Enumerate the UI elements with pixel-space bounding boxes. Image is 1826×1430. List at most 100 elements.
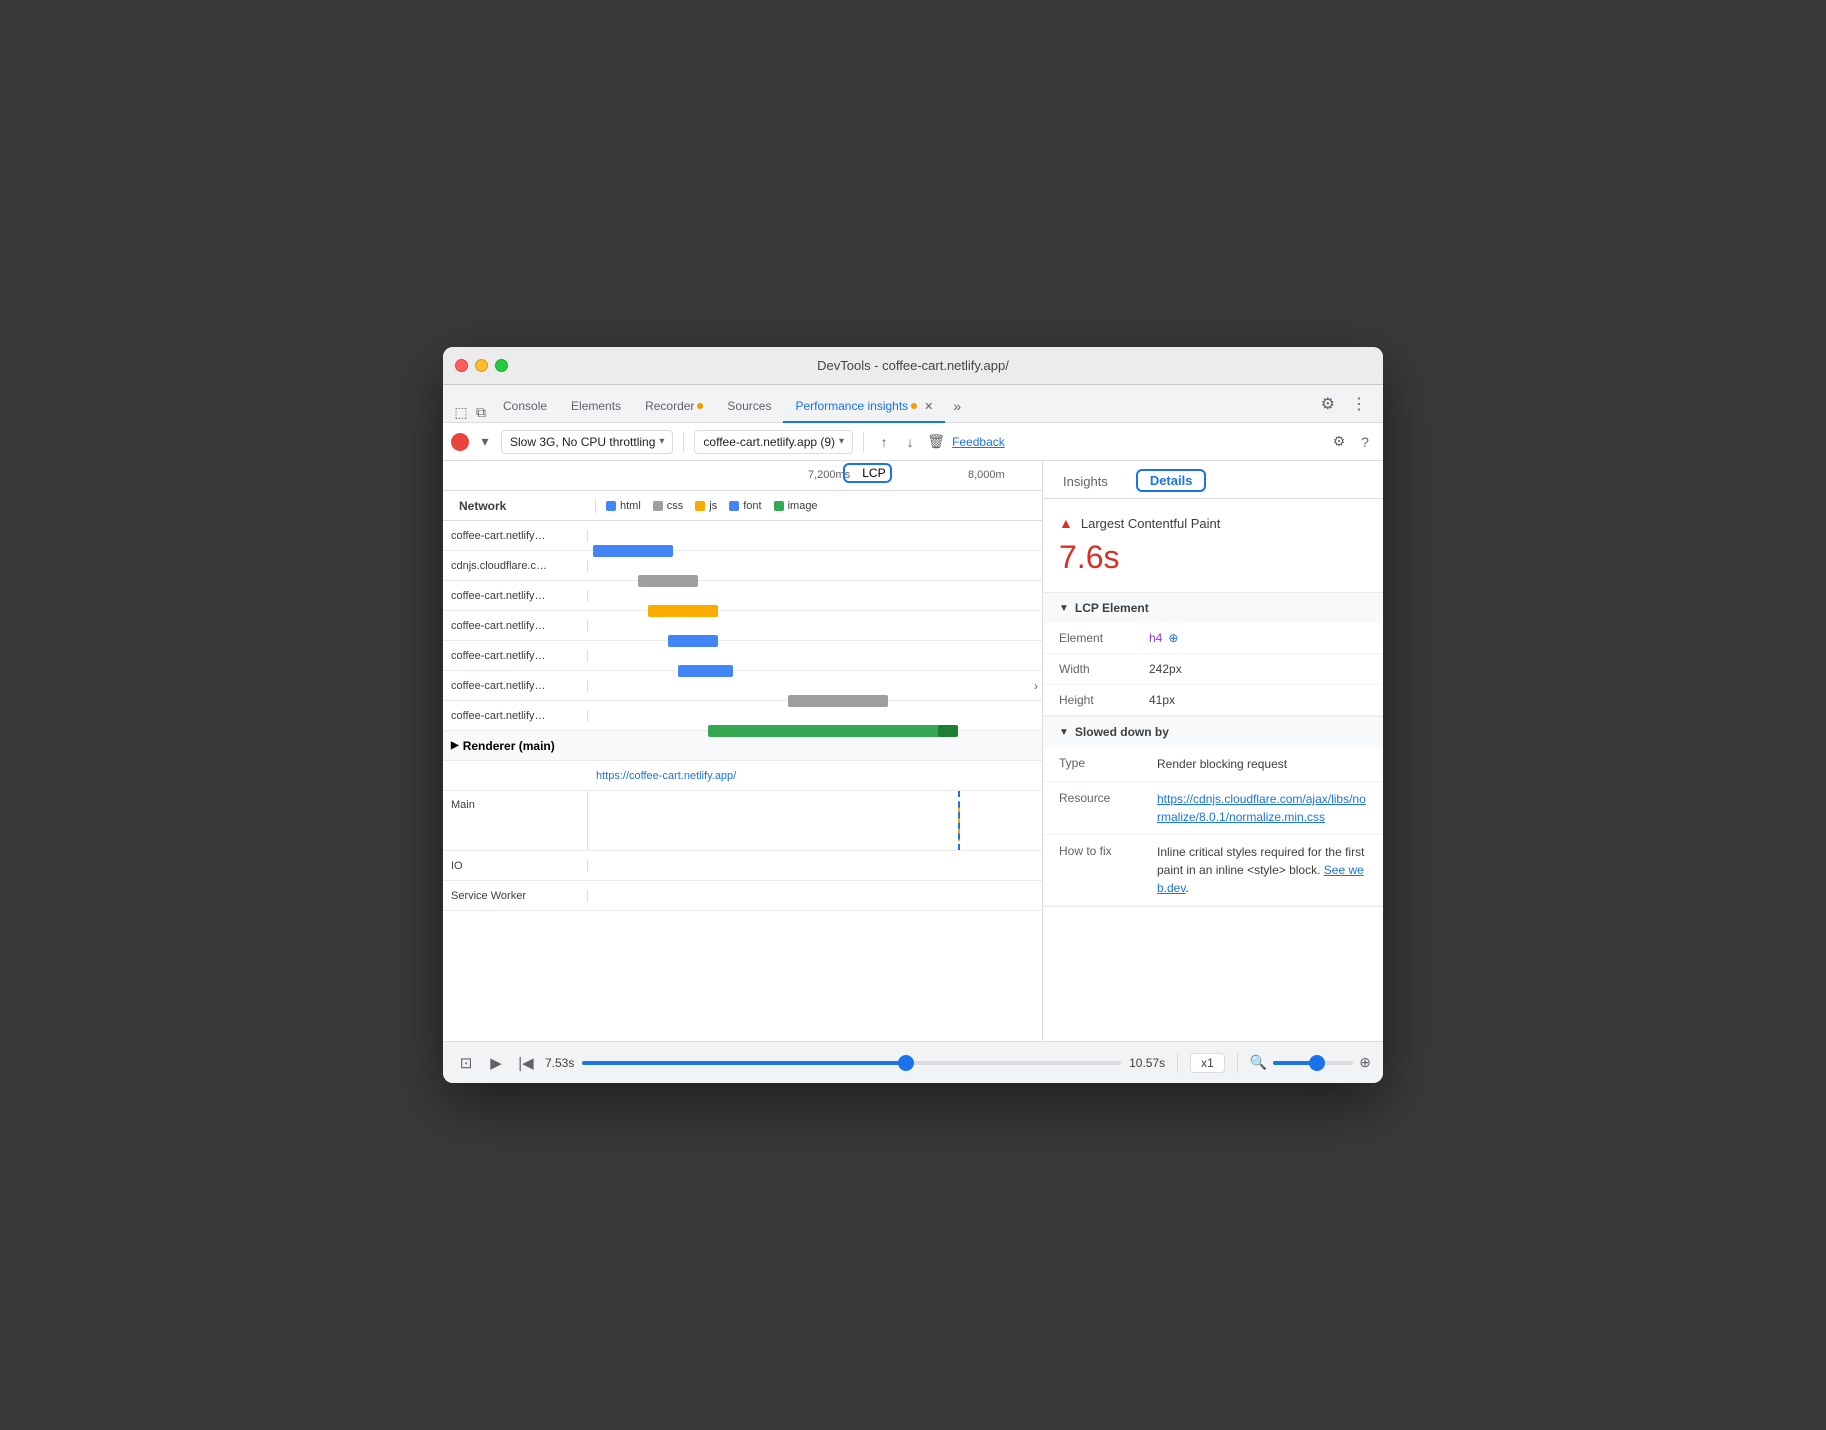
zoom-slider[interactable] (1273, 1061, 1353, 1065)
slowed-by-body: Type Render blocking request Resource ht… (1043, 747, 1383, 906)
timeline-header: 7,200ms 8,000m ▲ LCP (443, 461, 1042, 491)
feedback-link[interactable]: Feedback (952, 435, 1005, 449)
legend-js: js (695, 500, 717, 512)
secondary-toolbar: ▾ Slow 3G, No CPU throttling ▾ coffee-ca… (443, 423, 1383, 461)
tab-recorder[interactable]: Recorder (633, 393, 715, 423)
download-icon[interactable]: ↓ (900, 432, 920, 452)
main-thread-bars (588, 791, 1042, 850)
network-row[interactable]: coffee-cart.netlify… (443, 641, 1042, 671)
lcp-value: 7.6s (1059, 539, 1367, 576)
section-toggle-icon[interactable]: ▶ (451, 740, 459, 751)
tabs-overflow-icon[interactable]: » (945, 392, 969, 422)
lcp-badge[interactable]: ▲ LCP (843, 463, 892, 483)
tab-close-icon[interactable]: ✕ (924, 400, 933, 413)
lcp-warning-icon: ▲ (1059, 515, 1073, 531)
zoom-thumb[interactable] (1309, 1055, 1325, 1071)
height-value: 41px (1149, 693, 1175, 707)
network-row[interactable]: coffee-cart.netlify… (443, 611, 1042, 641)
io-row: IO (443, 851, 1042, 881)
network-row[interactable]: coffee-cart.netlify… (443, 701, 1042, 731)
image-dot (774, 501, 784, 511)
tab-elements[interactable]: Elements (559, 393, 633, 423)
row-label: coffee-cart.netlify… (443, 650, 588, 662)
network-row[interactable]: cdnjs.cloudflare.c… (443, 551, 1042, 581)
zoom-controls: 🔍 ⊕ (1250, 1054, 1371, 1071)
separator-2 (1237, 1053, 1238, 1073)
sw-row: Service Worker (443, 881, 1042, 911)
network-section: coffee-cart.netlify… cdnjs.cloudflare.c… (443, 521, 1042, 1041)
renderer-link[interactable]: https://coffee-cart.netlify.app/ (588, 770, 736, 782)
play-icon[interactable]: ▶ (485, 1052, 507, 1074)
dropdown-arrow-icon[interactable]: ▾ (475, 432, 495, 452)
dashed-line-main (958, 791, 960, 850)
legend-html: html (606, 500, 641, 512)
element-inspect-icon[interactable]: ⊕ (1168, 631, 1178, 645)
section-toggle-lcp[interactable]: ▼ (1059, 603, 1069, 614)
tab-insights[interactable]: Insights (1043, 468, 1128, 499)
scrubber-track[interactable] (582, 1061, 1121, 1065)
details-tab-outline: Details (1136, 469, 1207, 492)
separator (683, 432, 684, 452)
slowed-by-header: ▼ Slowed down by (1043, 717, 1383, 747)
network-row[interactable]: coffee-cart.netlify… (443, 521, 1042, 551)
lcp-element-header: ▼ LCP Element (1043, 593, 1383, 623)
row-chevron-icon[interactable]: › (1034, 679, 1038, 693)
section-toggle-slowed[interactable]: ▼ (1059, 727, 1069, 738)
scrubber-thumb[interactable] (898, 1055, 914, 1071)
performance-dot (911, 403, 917, 409)
legend-label-area: Network (451, 499, 596, 513)
device-icon[interactable]: ⧉ (471, 402, 491, 422)
slow-type-row: Type Render blocking request (1043, 747, 1383, 782)
image-bar (708, 725, 948, 737)
slow-resource-row: Resource https://cdnjs.cloudflare.com/aj… (1043, 782, 1383, 835)
height-label: Height (1059, 693, 1149, 707)
close-button[interactable] (455, 359, 468, 372)
record-button[interactable] (451, 433, 469, 451)
cursor-icon[interactable]: ⬚ (451, 402, 471, 422)
detail-row-width: Width 242px (1043, 654, 1383, 685)
tab-details[interactable]: Details (1128, 469, 1215, 494)
settings-icon-2[interactable]: ⚙ (1329, 432, 1349, 452)
fix-value: Inline critical styles required for the … (1157, 843, 1367, 897)
zoom-in-icon[interactable]: ⊕ (1359, 1054, 1371, 1071)
network-preset-dropdown[interactable]: Slow 3G, No CPU throttling ▾ (501, 430, 673, 454)
speed-badge[interactable]: x1 (1190, 1053, 1225, 1073)
fix-label: How to fix (1059, 843, 1149, 897)
more-options-icon[interactable]: ⋮ (1343, 388, 1375, 422)
window-title: DevTools - coffee-cart.netlify.app/ (817, 358, 1009, 373)
devtools-window: DevTools - coffee-cart.netlify.app/ ⬚ ⧉ … (443, 347, 1383, 1083)
scrubber[interactable] (582, 1061, 1121, 1065)
io-label: IO (443, 860, 588, 872)
element-tag: h4 (1149, 631, 1162, 645)
network-row[interactable]: coffee-cart.netlify… › (443, 671, 1042, 701)
slowed-by-section: ▼ Slowed down by Type Render blocking re… (1043, 717, 1383, 907)
help-icon[interactable]: ? (1355, 432, 1375, 452)
width-label: Width (1059, 662, 1149, 676)
zoom-out-icon[interactable]: 🔍 (1250, 1054, 1267, 1071)
renderer-section-title: Renderer (main) (463, 739, 555, 753)
row-label: coffee-cart.netlify… (443, 710, 588, 722)
font-dot (729, 501, 739, 511)
legend-image: image (774, 500, 818, 512)
tab-console[interactable]: Console (491, 393, 559, 423)
screenshot-icon[interactable]: ⊡ (455, 1052, 477, 1074)
lcp-title: Largest Contentful Paint (1081, 516, 1220, 531)
upload-icon[interactable]: ↑ (874, 432, 894, 452)
preset-arrow-icon: ▾ (659, 436, 664, 447)
title-bar: DevTools - coffee-cart.netlify.app/ (443, 347, 1383, 385)
tab-sources[interactable]: Sources (715, 393, 783, 423)
resource-link[interactable]: https://cdnjs.cloudflare.com/ajax/libs/n… (1157, 792, 1366, 824)
skip-start-icon[interactable]: |◀ (515, 1052, 537, 1074)
width-value: 242px (1149, 662, 1182, 676)
target-dropdown[interactable]: coffee-cart.netlify.app (9) ▾ (694, 430, 853, 454)
trash-icon[interactable]: 🗑 (926, 432, 946, 452)
settings-icon[interactable]: ⚙ (1313, 388, 1343, 422)
maximize-button[interactable] (495, 359, 508, 372)
tab-performance[interactable]: Performance insights ✕ (783, 393, 945, 423)
minimize-button[interactable] (475, 359, 488, 372)
legend-font: font (729, 500, 761, 512)
network-row[interactable]: coffee-cart.netlify… (443, 581, 1042, 611)
row-label: coffee-cart.netlify… (443, 590, 588, 602)
slow-fix-row: How to fix Inline critical styles requir… (1043, 835, 1383, 906)
traffic-lights (455, 359, 508, 372)
